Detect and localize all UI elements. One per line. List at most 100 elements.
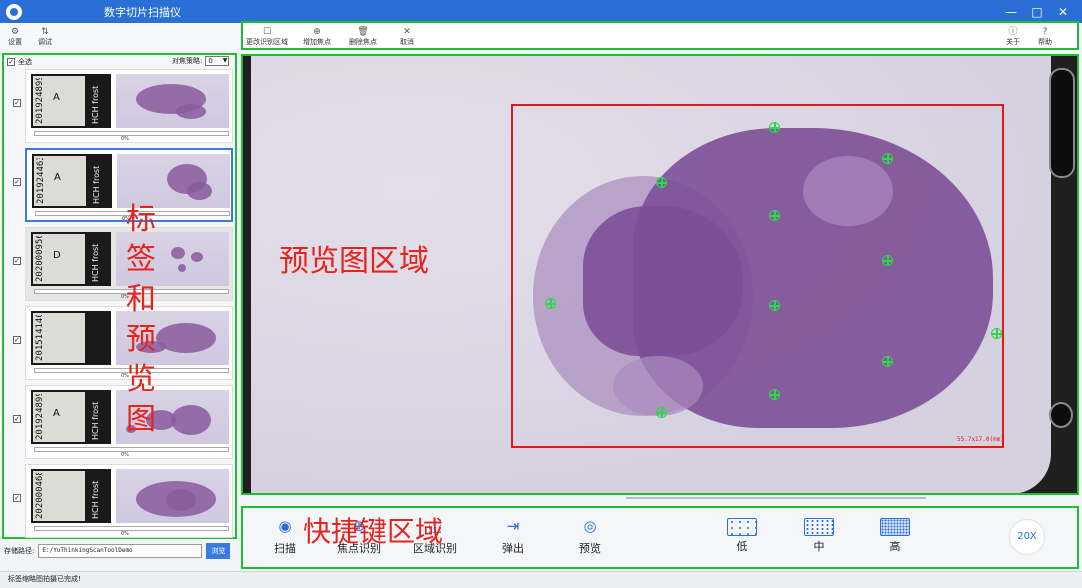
slide-label-image: 2015141400 — [31, 311, 111, 365]
slide-label-image: 201924899 A HCH frost — [31, 390, 111, 444]
density-mid-label: 中 — [813, 540, 825, 553]
slide-label-image: 201924899 A HCH frost — [31, 74, 111, 128]
status-bar: 标签缩略图拍摄已完成! — [0, 571, 1082, 588]
slide-list-item[interactable]: ✓ 201924463 A HCH frost 0% — [4, 148, 235, 224]
focus-point[interactable] — [769, 389, 780, 400]
slide-frost-text — [91, 315, 107, 361]
density-mid-icon — [804, 518, 834, 536]
storage-path-label: 存储路径: — [4, 547, 35, 555]
slide-frost-text: HCH frost — [92, 165, 101, 204]
slide-label-image: 202000468 HCH frost — [31, 469, 111, 523]
scan-progress-bar — [34, 131, 229, 136]
focus-point[interactable] — [882, 255, 893, 266]
density-low-icon — [727, 518, 757, 536]
eject-button[interactable]: ⇥ 弹出 — [483, 514, 543, 566]
slide-barcode-text: 201924899 — [35, 394, 45, 440]
focus-point[interactable] — [991, 328, 1002, 339]
storage-path-input[interactable]: E:/YuThinkingScanToolDemo — [38, 544, 203, 558]
zoom-level-button[interactable]: 20X — [1009, 519, 1045, 555]
window-title: 数字切片扫描仪 — [104, 5, 181, 19]
window-controls: — □ ✕ — [998, 0, 1076, 23]
preview-button[interactable]: ◎ 预览 — [560, 514, 620, 566]
annotation-char: 预 — [126, 322, 156, 357]
slide-barcode-text: 201924463 — [36, 158, 46, 204]
title-bar: 数字切片扫描仪 — □ ✕ — [0, 0, 1082, 23]
delete-focus-label: 删除焦点 — [349, 37, 377, 46]
slide-thumbnail — [116, 469, 229, 523]
slide-checkbox[interactable]: ✓ — [13, 494, 21, 502]
focus-point[interactable] — [769, 122, 780, 133]
annotation-char: 标 — [126, 202, 156, 237]
cancel-label: 取消 — [400, 37, 414, 46]
thumbnail-tissue — [176, 104, 206, 119]
minimize-button[interactable]: — — [998, 0, 1024, 23]
scan-progress-bar — [34, 447, 229, 452]
slide-list-item[interactable]: ✓ 2015141400 0% — [4, 306, 235, 382]
annotation-char: 和 — [126, 282, 156, 317]
focus-point[interactable] — [656, 407, 667, 418]
add-focus-label: 增加焦点 — [303, 37, 331, 46]
info-icon: ⓘ — [1008, 26, 1018, 37]
edit-region-button[interactable]: ☐ 更改识别区域 — [243, 23, 291, 50]
help-button[interactable]: ? 帮助 — [1021, 23, 1069, 50]
slide-holder-hole — [1049, 402, 1073, 428]
density-high-button[interactable]: 高 — [865, 514, 925, 566]
scale-readout: 55.7x17.0(mm) — [957, 436, 1004, 443]
focus-point[interactable] — [656, 177, 667, 188]
thumbnail-tissue — [166, 489, 196, 511]
slide-checkbox[interactable]: ✓ — [13, 415, 21, 423]
slide-list-item[interactable]: ✓ 201924899 A HCH frost 0% — [4, 69, 235, 145]
panel-splitter[interactable] — [626, 497, 926, 499]
settings-button[interactable]: ⚙ 设置 — [0, 23, 30, 50]
shortcut-area-annotation: 快捷键区域 — [303, 515, 444, 548]
focus-strategy-select[interactable]: 0 — [205, 56, 230, 66]
slide-list-item[interactable]: ✓ 201924899 A HCH frost 0% — [4, 385, 235, 461]
scan-progress-text: 0% — [121, 531, 129, 537]
help-icon: ? — [1042, 26, 1048, 37]
cancel-icon: ✕ — [403, 26, 411, 37]
slide-letter: A — [53, 92, 60, 103]
slide-label-image: 202000956 D HCH frost — [31, 232, 111, 286]
browse-button[interactable]: 浏览 — [206, 543, 231, 559]
select-all[interactable]: ✓ 全选 — [7, 57, 32, 67]
slide-checkbox[interactable]: ✓ — [13, 178, 21, 186]
debug-button[interactable]: ⇅ 调试 — [30, 23, 60, 50]
delete-focus-icon: 🗑 — [357, 26, 369, 37]
thumbnail-tissue — [187, 182, 212, 200]
preview-toolbar: ☐ 更改识别区域 ⊕ 增加焦点 🗑 删除焦点 ✕ 取消 ⓘ 关于 ? 帮助 — [241, 21, 1079, 50]
slide-list-item[interactable]: ✓ 202000468 HCH frost 0% — [4, 464, 235, 540]
add-focus-button[interactable]: ⊕ 增加焦点 — [293, 23, 341, 50]
slide-barcode-text: 201924899 — [35, 78, 45, 124]
slide-frost-text: HCH frost — [91, 480, 100, 519]
storage-path-bar: 存储路径: E:/YuThinkingScanToolDemo 浏览 — [4, 543, 234, 559]
slide-checkbox[interactable]: ✓ — [13, 99, 21, 107]
gear-icon: ⚙ — [10, 26, 20, 37]
slide-checkbox[interactable]: ✓ — [13, 336, 21, 344]
maximize-button[interactable]: □ — [1024, 0, 1050, 23]
labels-previews-annotation: 标 签 和 预 览 图 — [123, 200, 159, 440]
slide-checkbox[interactable]: ✓ — [13, 257, 21, 265]
focus-point[interactable] — [882, 153, 893, 164]
select-all-label: 全选 — [18, 58, 32, 66]
scan-region-rect[interactable] — [511, 104, 1004, 448]
debug-label: 调试 — [38, 37, 52, 46]
slide-card[interactable]: 201924899 A HCH frost 0% — [25, 69, 233, 143]
slide-frost-text: HCH frost — [91, 85, 100, 124]
slide-letter: D — [53, 250, 61, 261]
close-button[interactable]: ✕ — [1050, 0, 1076, 23]
focus-point[interactable] — [769, 300, 780, 311]
density-mid-button[interactable]: 中 — [789, 514, 849, 566]
slide-list-item[interactable]: ✓ 202000956 D HCH frost 0% — [4, 227, 235, 303]
focus-point[interactable] — [882, 356, 893, 367]
slide-card[interactable]: 202000468 HCH frost 0% — [25, 464, 233, 538]
scan-progress-bar — [34, 526, 229, 531]
density-low-button[interactable]: 低 — [712, 514, 772, 566]
cancel-button[interactable]: ✕ 取消 — [383, 23, 431, 50]
shortcut-bar: ◉ 扫描 ⊕ 焦点识别 ⬚ 区域识别 ⇥ 弹出 ◎ 预览 低 中 高 20X 快… — [241, 506, 1079, 569]
about-label: 关于 — [1006, 37, 1020, 46]
delete-focus-button[interactable]: 🗑 删除焦点 — [339, 23, 387, 50]
preview-area[interactable]: 55.7x17.0(mm) 预览图区域 — [241, 54, 1079, 495]
focus-point[interactable] — [769, 210, 780, 221]
select-all-checkbox[interactable]: ✓ — [7, 58, 15, 66]
focus-point[interactable] — [545, 298, 556, 309]
